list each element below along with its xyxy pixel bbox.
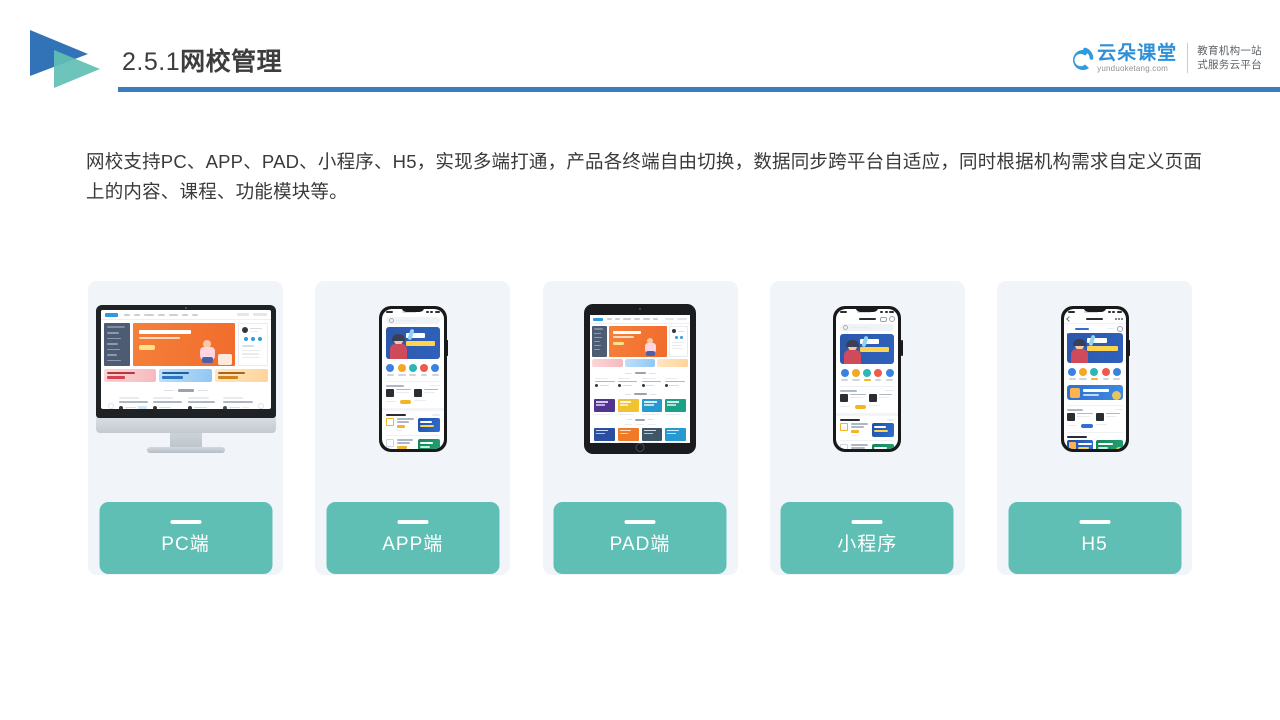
pad-screen-content [590, 315, 690, 443]
device-label-text: APP端 [382, 534, 444, 555]
device-card-pc[interactable]: PC端 [88, 281, 283, 575]
device-mockup-ipad [543, 281, 738, 477]
label-dash [170, 520, 201, 524]
label-dash [851, 520, 883, 524]
app-screen-content [381, 309, 444, 449]
brand-name-cn: 云朵课堂 [1097, 42, 1178, 64]
h5-screen-content [1063, 309, 1126, 449]
device-mockup-imac [88, 281, 283, 477]
page-title-number: 2.5.1 [122, 48, 181, 76]
intro-paragraph: 网校支持PC、APP、PAD、小程序、H5，实现多端打通，产品各终端自由切换，数… [86, 150, 1203, 202]
brand-logo: 云朵课堂 yunduoketang.com 教育机构一站 式服务云平台 [1061, 36, 1262, 80]
play-triangle-logo-icon [28, 28, 106, 90]
device-mockup-iphone-app [315, 281, 510, 477]
brand-tagline-line2: 式服务云平台 [1197, 59, 1262, 71]
imac-screen-content [100, 310, 271, 409]
label-dash [624, 520, 656, 524]
page-title-text: 网校管理 [180, 48, 283, 76]
label-dash [1079, 520, 1110, 524]
device-card-h5[interactable]: H5 [997, 281, 1192, 575]
device-label-text: 小程序 [837, 534, 898, 555]
device-mockup-iphone-h5 [997, 281, 1192, 477]
brand-name-en: yunduoketang.com [1097, 63, 1168, 73]
label-dash [397, 520, 429, 524]
miniprogram-screen-content [836, 309, 899, 449]
device-mockup-iphone-miniprogram [770, 281, 965, 477]
device-label-h5[interactable]: H5 [1008, 502, 1181, 574]
brand-wordmark: 云朵课堂 yunduoketang.com [1097, 43, 1177, 74]
device-label-text: H5 [1081, 534, 1108, 555]
device-label-pc[interactable]: PC端 [99, 502, 272, 574]
slide-header: 2.5.1网校管理 云朵课堂 yunduoketang.com 教育机构一站 式… [0, 0, 1280, 100]
cloud-icon [1061, 41, 1095, 75]
device-label-text: PAD端 [609, 534, 671, 555]
device-label-pad[interactable]: PAD端 [553, 502, 727, 574]
page-title: 2.5.1网校管理 [122, 46, 282, 78]
device-label-text: PC端 [161, 534, 210, 555]
device-card-row: PC端 APP端 PAD端 小程序 H5 [88, 281, 1192, 575]
device-card-miniprogram[interactable]: 小程序 [769, 281, 965, 575]
brand-tagline: 教育机构一站 式服务云平台 [1197, 44, 1262, 72]
device-label-app[interactable]: APP端 [326, 502, 500, 574]
device-label-miniprogram[interactable]: 小程序 [780, 502, 954, 574]
title-underline-rule [118, 87, 1280, 92]
device-card-app[interactable]: APP端 [315, 281, 511, 575]
brand-divider [1187, 43, 1189, 73]
device-card-pad[interactable]: PAD端 [542, 281, 738, 575]
brand-tagline-line1: 教育机构一站 [1197, 45, 1262, 57]
